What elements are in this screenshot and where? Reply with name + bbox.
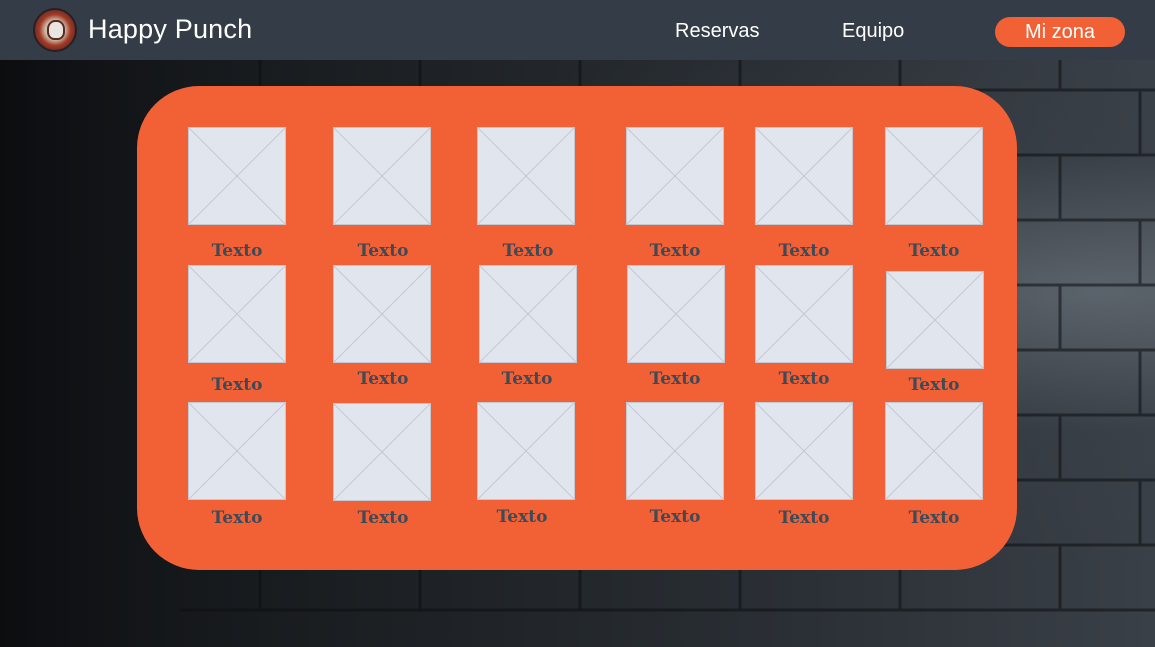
grid-item-label: Texto — [496, 507, 548, 527]
image-placeholder[interactable] — [479, 265, 577, 363]
grid-item-label: Texto — [778, 369, 830, 389]
image-placeholder[interactable] — [627, 265, 725, 363]
image-placeholder[interactable] — [886, 271, 984, 369]
image-placeholder[interactable] — [477, 402, 575, 500]
image-placeholder[interactable] — [188, 402, 286, 500]
image-placeholder[interactable] — [333, 403, 431, 501]
grid-item-label: Texto — [908, 375, 960, 395]
brand-name[interactable]: Happy Punch — [88, 14, 252, 45]
grid-item-label: Texto — [211, 241, 263, 261]
grid-item-label: Texto — [357, 508, 409, 528]
image-placeholder[interactable] — [333, 265, 431, 363]
logo-icon[interactable] — [33, 8, 77, 52]
image-placeholder[interactable] — [755, 127, 853, 225]
grid-item-label: Texto — [501, 369, 553, 389]
image-placeholder[interactable] — [333, 127, 431, 225]
image-placeholder[interactable] — [755, 265, 853, 363]
nav-reservas-link[interactable]: Reservas — [675, 20, 759, 43]
image-placeholder[interactable] — [626, 402, 724, 500]
grid-item-label: Texto — [778, 508, 830, 528]
image-placeholder[interactable] — [188, 127, 286, 225]
grid-item-label: Texto — [357, 369, 409, 389]
image-placeholder[interactable] — [755, 402, 853, 500]
nav-equipo-link[interactable]: Equipo — [842, 20, 904, 43]
mi-zona-button[interactable]: Mi zona — [995, 17, 1125, 47]
grid-item-label: Texto — [778, 241, 830, 261]
grid-item-label: Texto — [649, 507, 701, 527]
grid-item-label: Texto — [908, 241, 960, 261]
grid-item-label: Texto — [649, 369, 701, 389]
image-placeholder[interactable] — [885, 402, 983, 500]
content-panel: Texto Texto Texto Texto Texto Texto Texto Texto… — [137, 86, 1017, 570]
grid-item-label: Texto — [357, 241, 409, 261]
grid-item-label: Texto — [908, 508, 960, 528]
mascot-face — [47, 20, 65, 40]
image-placeholder[interactable] — [477, 127, 575, 225]
image-placeholder[interactable] — [885, 127, 983, 225]
image-placeholder[interactable] — [188, 265, 286, 363]
grid-item-label: Texto — [502, 241, 554, 261]
grid-item-label: Texto — [211, 508, 263, 528]
top-navbar: Happy Punch Reservas Equipo Mi zona — [0, 0, 1155, 60]
image-placeholder[interactable] — [626, 127, 724, 225]
grid-item-label: Texto — [211, 375, 263, 395]
grid-item-label: Texto — [649, 241, 701, 261]
